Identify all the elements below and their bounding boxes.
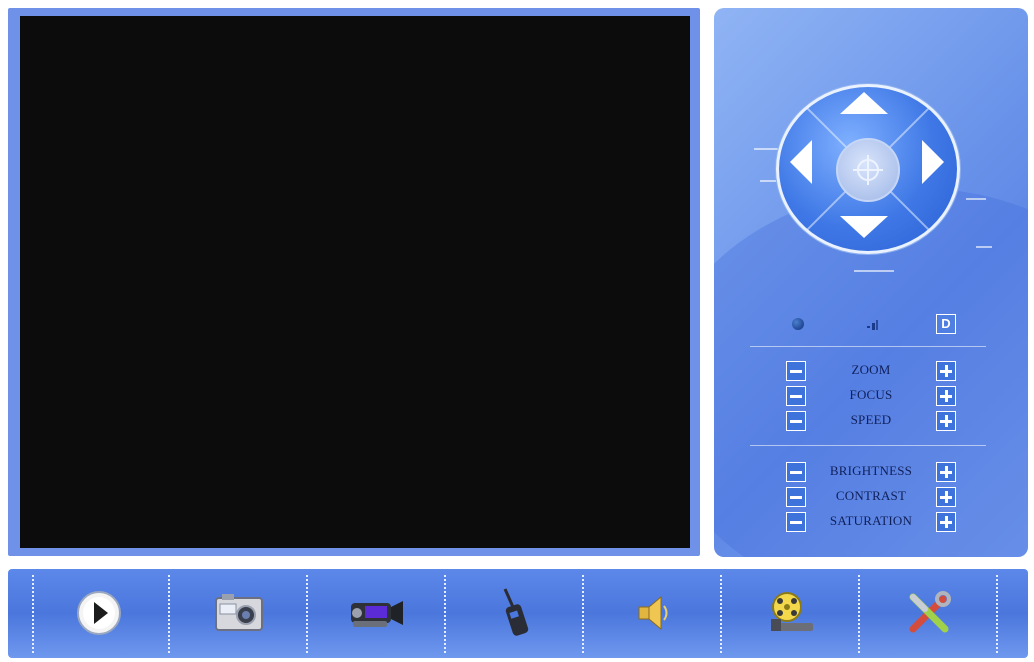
focus-row: FOCUS	[714, 384, 1028, 406]
speaker-icon	[638, 595, 668, 631]
control-panel: D ZOOM FOCUS SPEED BRIGHTNESS CONTRAST S…	[714, 8, 1028, 557]
toolbar-separator	[996, 575, 998, 653]
saturation-plus-button[interactable]	[936, 512, 956, 532]
pan-up-button[interactable]	[840, 92, 888, 114]
focus-label: FOCUS	[849, 387, 893, 402]
record-button[interactable]	[342, 583, 408, 643]
crosshair-icon	[853, 155, 883, 185]
status-dot-icon[interactable]	[792, 318, 804, 330]
speed-label: SPEED	[850, 412, 892, 427]
focus-minus-button[interactable]	[786, 386, 806, 406]
divider	[750, 445, 986, 446]
signal-icon[interactable]	[866, 319, 880, 331]
snapshot-camera-icon	[215, 594, 263, 631]
toolbar-separator	[306, 575, 308, 653]
zoom-row: ZOOM	[714, 359, 1028, 381]
ptz-center-button[interactable]	[836, 138, 900, 202]
audio-button[interactable]	[620, 583, 686, 643]
zoom-label: ZOOM	[851, 362, 891, 377]
play-icon	[77, 591, 121, 635]
decor-line	[976, 246, 992, 248]
playback-button[interactable]	[758, 583, 824, 643]
settings-button[interactable]	[896, 583, 962, 643]
saturation-row: SATURATION	[714, 510, 1028, 532]
pan-down-button[interactable]	[840, 216, 888, 238]
decor-line	[754, 148, 778, 150]
playback-film-icon	[771, 592, 813, 631]
contrast-row: CONTRAST	[714, 485, 1028, 507]
toolbar-separator	[582, 575, 584, 653]
play-button[interactable]	[66, 583, 132, 643]
video-frame	[8, 8, 700, 556]
snapshot-button[interactable]	[206, 583, 272, 643]
ptz-control	[776, 84, 960, 254]
brightness-minus-button[interactable]	[786, 462, 806, 482]
brightness-label: BRIGHTNESS	[829, 463, 913, 478]
decor-line	[966, 198, 986, 200]
divider	[750, 346, 986, 347]
zoom-plus-button[interactable]	[936, 361, 956, 381]
saturation-label: SATURATION	[829, 513, 913, 528]
brightness-plus-button[interactable]	[936, 462, 956, 482]
talk-button[interactable]	[482, 583, 548, 643]
focus-plus-button[interactable]	[936, 386, 956, 406]
video-display[interactable]	[20, 16, 690, 548]
toolbar-separator	[168, 575, 170, 653]
status-row: D	[714, 313, 1028, 335]
d-button[interactable]: D	[936, 314, 956, 334]
contrast-label: CONTRAST	[835, 488, 907, 503]
speed-plus-button[interactable]	[936, 411, 956, 431]
talk-microphone-icon	[503, 588, 529, 636]
pan-right-button[interactable]	[922, 140, 944, 184]
brightness-row: BRIGHTNESS	[714, 460, 1028, 482]
speed-row: SPEED	[714, 409, 1028, 431]
video-record-icon	[351, 601, 403, 627]
decor-line	[854, 270, 894, 272]
toolbar-separator	[444, 575, 446, 653]
pan-left-button[interactable]	[790, 140, 812, 184]
contrast-plus-button[interactable]	[936, 487, 956, 507]
bottom-toolbar	[8, 569, 1028, 658]
toolbar-separator	[32, 575, 34, 653]
speed-minus-button[interactable]	[786, 411, 806, 431]
contrast-minus-button[interactable]	[786, 487, 806, 507]
toolbar-separator	[858, 575, 860, 653]
toolbar-separator	[720, 575, 722, 653]
zoom-minus-button[interactable]	[786, 361, 806, 381]
saturation-minus-button[interactable]	[786, 512, 806, 532]
settings-tools-icon	[909, 591, 951, 633]
